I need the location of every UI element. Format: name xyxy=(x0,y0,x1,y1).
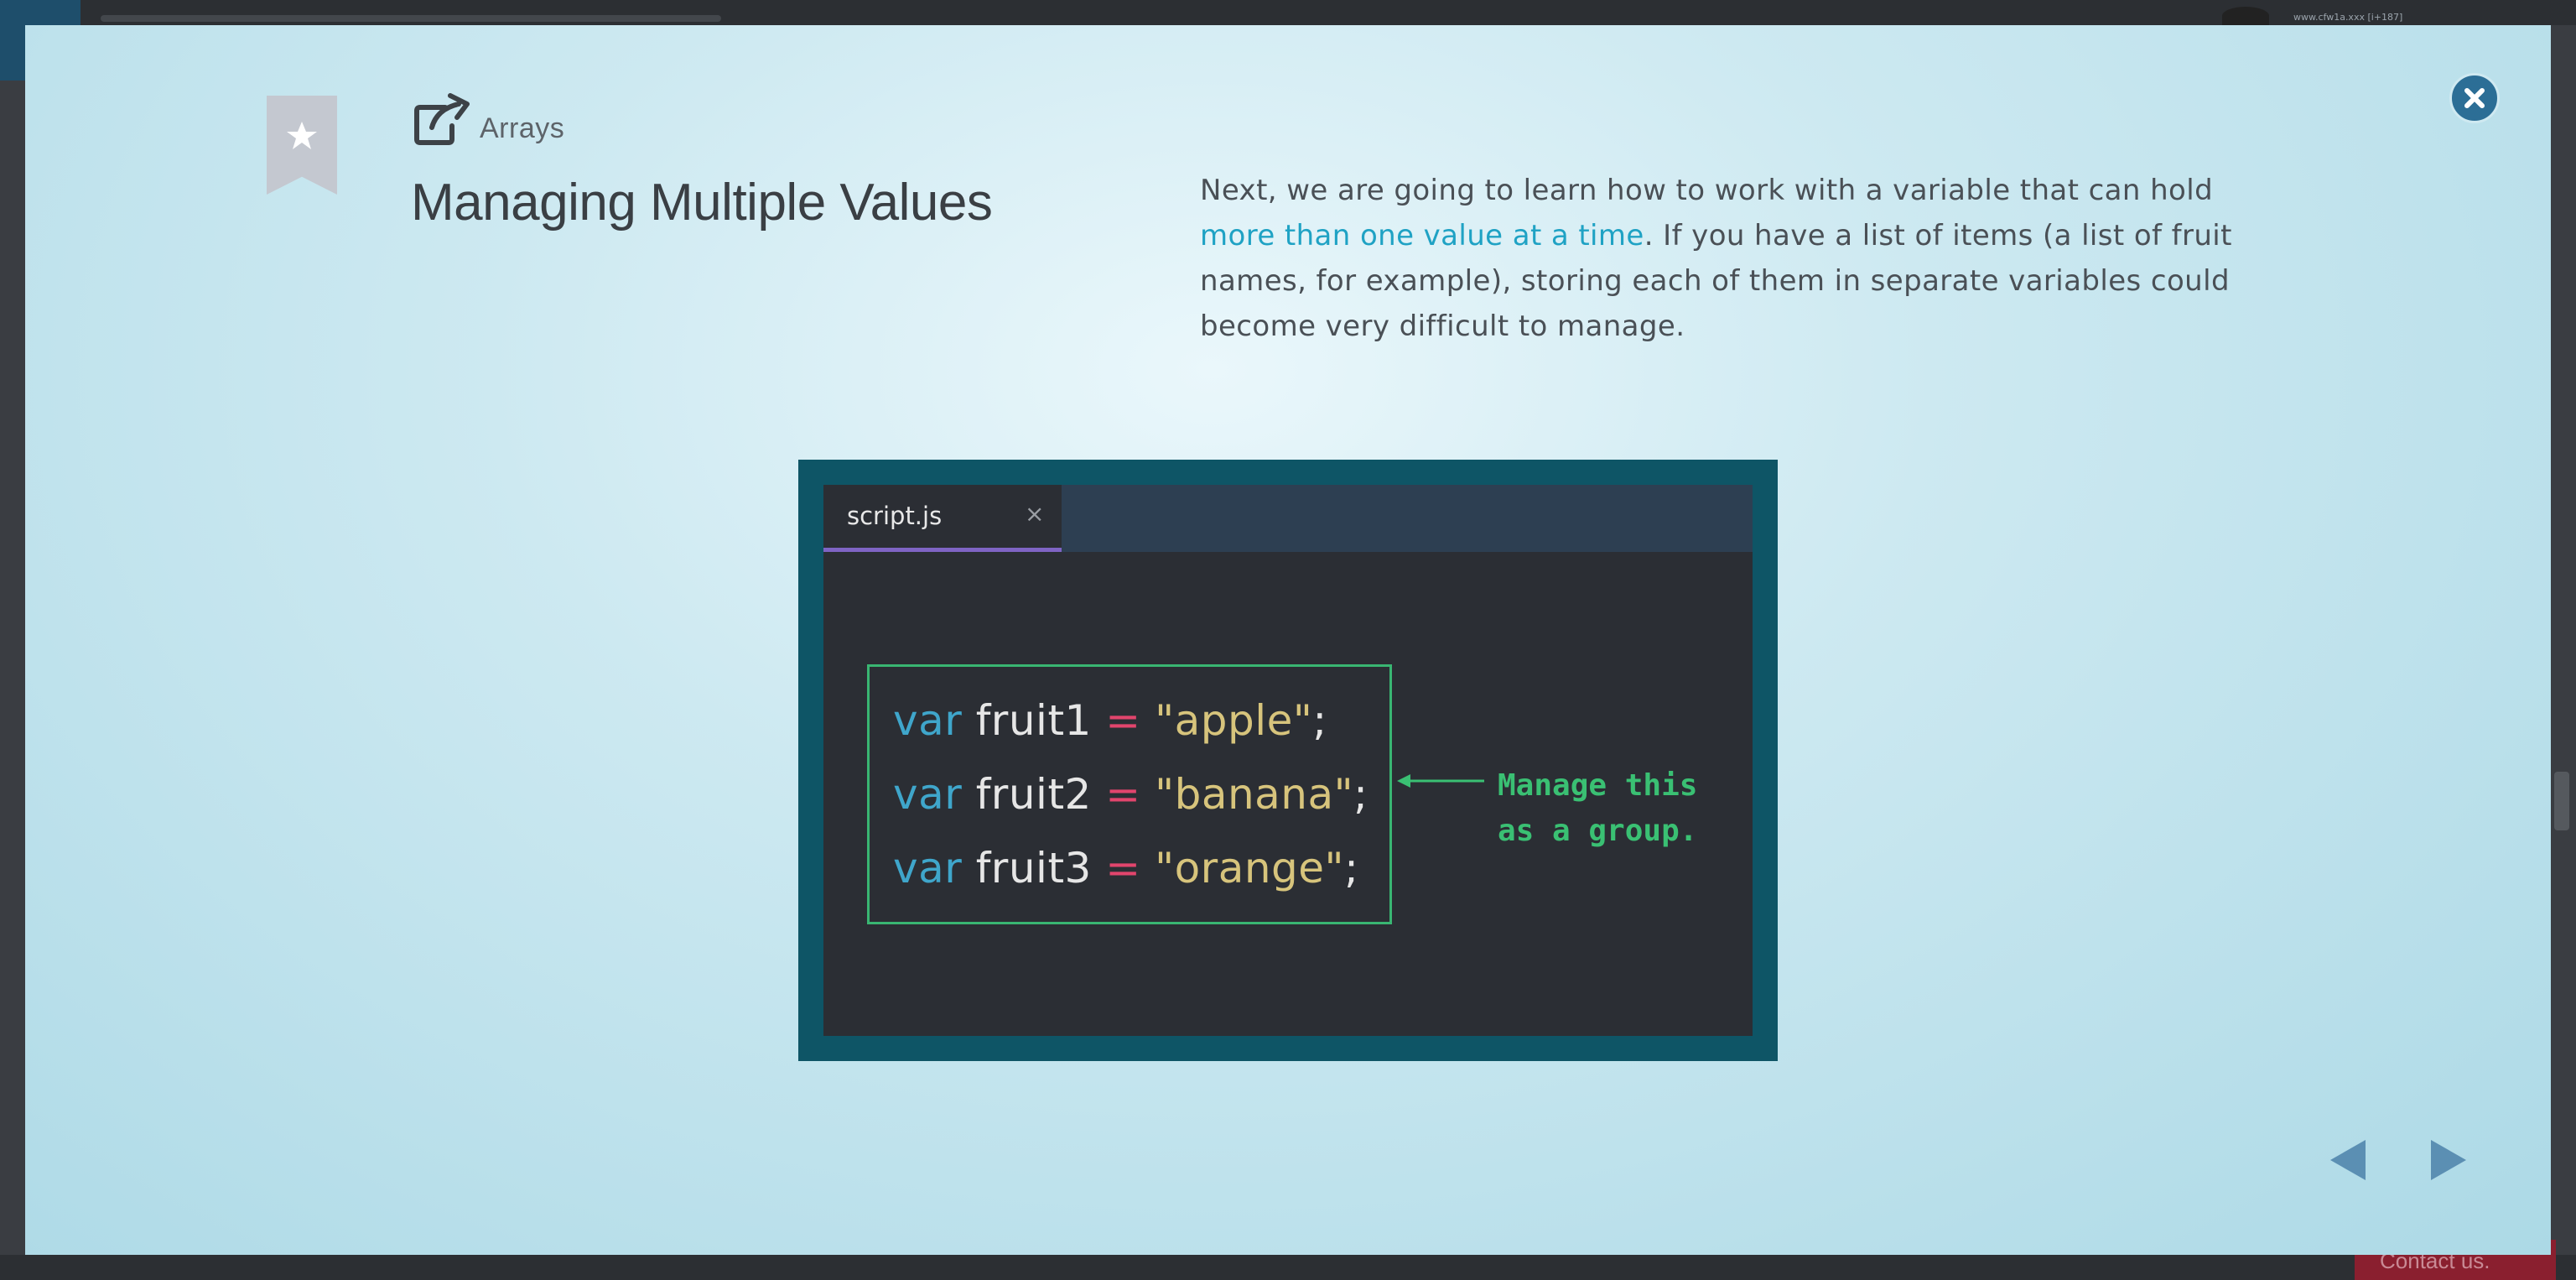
code-highlight-box: var fruit1 = "apple"; var fruit2 = "bana… xyxy=(867,664,1392,924)
code-line: var fruit2 = "banana"; xyxy=(893,770,1368,819)
external-link-icon[interactable] xyxy=(412,92,470,146)
background-scrollbar[interactable] xyxy=(2554,772,2569,830)
background-avatar xyxy=(2222,7,2269,25)
arrow-left-icon xyxy=(1397,774,1484,788)
background-url-text: www.cfw1a.xxx [i+187] xyxy=(2293,12,2403,23)
star-icon xyxy=(287,122,317,149)
close-button[interactable] xyxy=(2449,73,2500,123)
bookmark-button[interactable] xyxy=(267,96,337,195)
close-icon xyxy=(2464,88,2485,108)
annotation-text: Manage this as a group. xyxy=(1498,768,1698,848)
tab-label: script.js xyxy=(847,502,943,530)
prev-slide-button[interactable] xyxy=(2327,1138,2369,1182)
tab-close-icon[interactable]: × xyxy=(1025,500,1044,528)
description-highlight: more than one value at a time xyxy=(1200,219,1644,252)
description-text-1: Next, we are going to learn how to work … xyxy=(1200,174,2214,207)
background-bottom-bar xyxy=(0,1255,2576,1280)
triangle-right-icon xyxy=(2431,1140,2466,1180)
code-figure: script.js × var fruit1 = "apple"; var fr… xyxy=(798,460,1778,1061)
lesson-modal: Arrays Managing Multiple Values Next, we… xyxy=(25,25,2551,1255)
background-address-bar xyxy=(101,15,721,22)
code-line: var fruit1 = "apple"; xyxy=(893,696,1327,745)
editor-tab-bar: script.js × xyxy=(823,485,1753,552)
lesson-description: Next, we are going to learn how to work … xyxy=(1200,168,2282,349)
code-line: var fruit3 = "orange"; xyxy=(893,844,1359,892)
lesson-category: Arrays xyxy=(480,112,565,144)
code-editor: script.js × var fruit1 = "apple"; var fr… xyxy=(823,485,1753,1036)
next-slide-button[interactable] xyxy=(2428,1138,2470,1182)
triangle-left-icon xyxy=(2330,1140,2366,1180)
tab-script-js[interactable]: script.js × xyxy=(823,485,1062,552)
page-title: Managing Multiple Values xyxy=(411,174,993,232)
